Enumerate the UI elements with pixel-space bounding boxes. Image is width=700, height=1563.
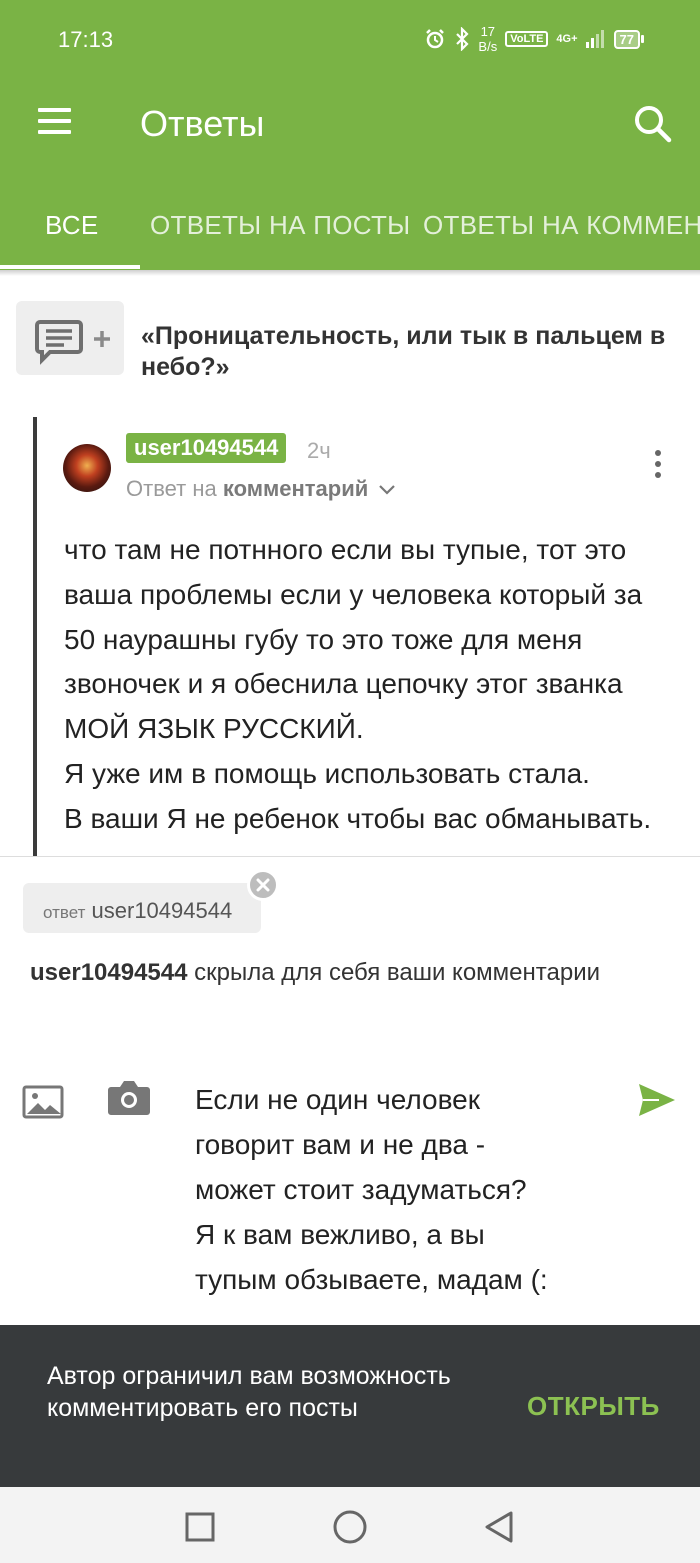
reply-panel: ответ user10494544 user10494544 скрыла д… <box>0 856 700 1326</box>
reply-chip: ответ user10494544 <box>23 883 261 933</box>
signal-icon <box>585 30 604 48</box>
network-type: 4G+ <box>556 33 578 45</box>
status-icons: 17 B/s VoLTE 4G+ 77 <box>424 24 644 54</box>
search-button[interactable] <box>633 104 673 144</box>
alarm-icon <box>426 29 445 49</box>
send-button[interactable] <box>637 1082 677 1118</box>
menu-button[interactable] <box>38 108 72 138</box>
close-icon <box>256 878 270 892</box>
tab-bar: ВСЕ ОТВЕТЫ НА ПОСТЫ ОТВЕТЫ НА КОММЕНТАРИ… <box>0 200 700 270</box>
home-button[interactable] <box>332 1509 368 1545</box>
back-button[interactable] <box>482 1509 518 1545</box>
system-nav-bar <box>0 1487 700 1563</box>
comment-username[interactable]: user10494544 <box>126 433 287 463</box>
hamburger-icon <box>38 108 71 112</box>
search-icon <box>635 106 672 143</box>
reply-to-target: комментарий <box>222 476 369 501</box>
reply-chip-user: user10494544 <box>91 898 233 923</box>
status-time: 17:13 <box>58 27 114 52</box>
hidden-comments-notice: user10494544 скрыла для себя ваши коммен… <box>30 957 630 989</box>
comment-text: что там не потнного если вы тупые, тот э… <box>64 534 652 834</box>
reply-to-prefix: Ответ на <box>126 476 217 501</box>
chevron-down-icon <box>379 485 396 495</box>
bluetooth-icon <box>456 27 469 51</box>
attach-photo-button[interactable] <box>107 1079 151 1117</box>
back-triangle-icon <box>485 1511 513 1543</box>
comment-thread-line <box>33 417 37 857</box>
square-icon <box>185 1512 215 1542</box>
restriction-banner: Автор ограничил вам возможность комменти… <box>0 1325 700 1487</box>
status-bar: 17:13 17 B/s VoLTE 4G+ 77 <box>0 0 700 80</box>
reply-chip-prefix: ответ <box>43 903 86 922</box>
network-speed: 17 B/s <box>478 24 498 54</box>
tab-comment-replies[interactable]: ОТВЕТЫ НА КОММЕНТАРИИ <box>423 210 700 241</box>
comment-more-button[interactable] <box>650 450 666 484</box>
tab-post-replies[interactable]: ОТВЕТЫ НА ПОСТЫ <box>150 210 410 241</box>
tab-indicator <box>0 265 140 269</box>
header-shadow <box>0 270 700 276</box>
volte-badge: VoLTE <box>505 31 549 47</box>
reply-to-link[interactable]: Ответ на комментарий <box>126 476 396 502</box>
avatar[interactable] <box>63 444 111 492</box>
notice-text: скрыла для себя ваши комментарии <box>187 959 601 986</box>
circle-icon <box>333 1510 367 1544</box>
banner-open-button[interactable]: ОТКРЫТЬ <box>527 1391 660 1422</box>
app-bar: 17:13 17 B/s VoLTE 4G+ 77 Ответы ВСЕ ОТВЕ… <box>0 0 700 270</box>
send-icon <box>639 1084 675 1116</box>
notice-user: user10494544 <box>30 959 188 986</box>
attach-image-button[interactable] <box>22 1085 64 1119</box>
battery-icon: 77 <box>613 29 644 49</box>
page-title: Ответы <box>140 103 265 144</box>
recents-button[interactable] <box>182 1509 218 1545</box>
reply-input[interactable]: Если не один человек говорит вам и не дв… <box>195 1077 615 1302</box>
comment-time: 2ч <box>307 438 331 463</box>
tab-all[interactable]: ВСЕ <box>45 210 99 241</box>
banner-text: Автор ограничил вам возможность комменти… <box>47 1362 451 1422</box>
post-icon-box <box>16 301 124 375</box>
post-title[interactable]: «Проницательность, или тык в пальцем в н… <box>141 321 686 383</box>
reply-chip-close-button[interactable] <box>247 869 279 901</box>
camera-icon <box>108 1081 150 1115</box>
image-icon <box>22 1085 64 1119</box>
comment-add-icon <box>35 320 110 365</box>
more-vertical-icon <box>655 450 661 456</box>
